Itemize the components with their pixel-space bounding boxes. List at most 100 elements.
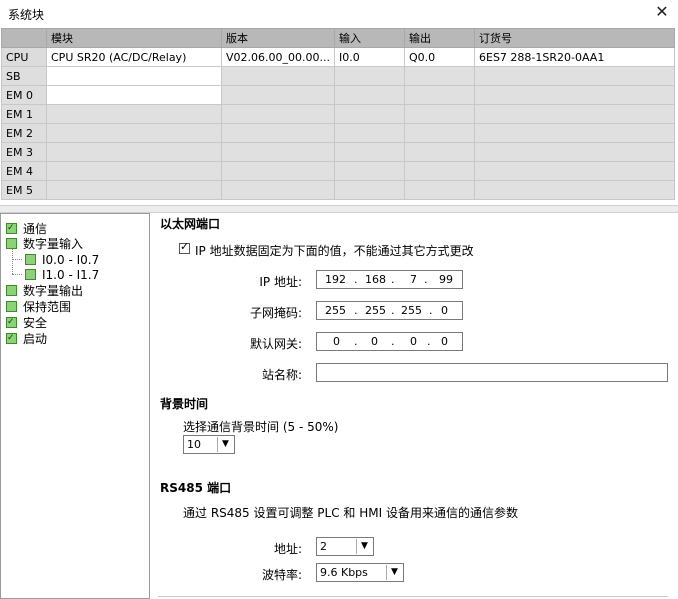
pane-splitter[interactable] bbox=[0, 205, 678, 213]
cell-module bbox=[46, 161, 222, 181]
rs485-description: 通过 RS485 设置可调整 PLC 和 HMI 设备用来通信的通信参数 bbox=[183, 506, 518, 520]
cell-version bbox=[221, 66, 335, 86]
ip-octet[interactable]: 192 bbox=[325, 273, 346, 286]
ip-octet[interactable]: 99 bbox=[439, 273, 453, 286]
tree-item-digital-output[interactable]: 数字量输出 bbox=[6, 283, 83, 299]
mask-octet[interactable]: 255 bbox=[365, 304, 386, 317]
cell-output bbox=[404, 142, 475, 162]
cell-order[interactable]: 6ES7 288-1SR20-0AA1 bbox=[474, 47, 675, 67]
baud-rate-label: 波特率: bbox=[261, 568, 302, 582]
title-bar: 系统块 ✕ bbox=[0, 0, 678, 26]
table-row-em0[interactable]: EM 0 bbox=[1, 85, 675, 105]
background-time-select[interactable]: 10 ▼ bbox=[183, 435, 235, 454]
status-icon bbox=[25, 269, 36, 280]
table-row-em3[interactable]: EM 3 bbox=[1, 142, 675, 162]
cell-version[interactable]: V02.06.00_00.00... bbox=[221, 47, 335, 67]
selected-value: 10 bbox=[187, 438, 201, 451]
tree-connector bbox=[12, 259, 22, 260]
cell-module bbox=[46, 180, 222, 200]
row-label: EM 4 bbox=[1, 161, 47, 181]
cell-version bbox=[221, 85, 335, 105]
cell-order bbox=[474, 180, 675, 200]
cell-version bbox=[221, 123, 335, 143]
column-header-module: 模块 bbox=[46, 28, 222, 48]
subnet-mask-field[interactable]: 255 . 255 . 255 . 0 bbox=[316, 301, 463, 320]
cell-module bbox=[46, 142, 222, 162]
mask-octet[interactable]: 0 bbox=[441, 304, 448, 317]
window-title: 系统块 bbox=[8, 8, 45, 22]
tree-item-digital-input[interactable]: 数字量输入 bbox=[6, 236, 83, 252]
tree-item-input-range-1[interactable]: I1.0 - I1.7 bbox=[25, 267, 99, 283]
ip-octet[interactable]: 7 bbox=[410, 273, 417, 286]
gateway-octet[interactable]: 0 bbox=[441, 335, 448, 348]
tree-item-label: I1.0 - I1.7 bbox=[42, 268, 100, 282]
cell-output bbox=[404, 123, 475, 143]
tree-item-label: 数字量输入 bbox=[23, 237, 84, 251]
cell-version bbox=[221, 104, 335, 124]
cell-input bbox=[334, 142, 405, 162]
mask-octet[interactable]: 255 bbox=[401, 304, 422, 317]
station-name-input[interactable] bbox=[316, 363, 668, 382]
cell-module[interactable]: CPU SR20 (AC/DC/Relay) bbox=[46, 47, 222, 67]
tree-item-communication[interactable]: 通信 bbox=[6, 220, 47, 237]
cell-output[interactable]: Q0.0 bbox=[404, 47, 475, 67]
subnet-mask-label: 子网掩码: bbox=[249, 306, 302, 320]
tree-connector bbox=[12, 274, 22, 275]
check-icon bbox=[6, 220, 17, 236]
chevron-down-icon[interactable]: ▼ bbox=[386, 565, 402, 580]
module-table: 模块 版本 输入 输出 订货号 CPU CPU SR20 (AC/DC/Rela… bbox=[1, 28, 675, 200]
close-icon[interactable]: ✕ bbox=[652, 2, 672, 22]
gateway-octet[interactable]: 0 bbox=[333, 335, 340, 348]
cell-output bbox=[404, 161, 475, 181]
cell-module bbox=[46, 123, 222, 143]
tree-item-label: 安全 bbox=[23, 316, 48, 330]
status-icon bbox=[6, 238, 17, 249]
tree-item-retentive-ranges[interactable]: 保持范围 bbox=[6, 299, 71, 315]
address-select[interactable]: 2 ▼ bbox=[316, 537, 374, 556]
fixed-ip-checkbox[interactable] bbox=[179, 240, 190, 254]
cell-input bbox=[334, 104, 405, 124]
table-corner bbox=[1, 28, 47, 48]
cell-module[interactable] bbox=[46, 85, 222, 105]
table-row-em5[interactable]: EM 5 bbox=[1, 180, 675, 200]
rs485-heading: RS485 端口 bbox=[160, 481, 232, 495]
chevron-down-icon[interactable]: ▼ bbox=[217, 437, 233, 452]
cell-order bbox=[474, 85, 675, 105]
status-icon bbox=[6, 285, 17, 296]
table-row-cpu[interactable]: CPU CPU SR20 (AC/DC/Relay) V02.06.00_00.… bbox=[1, 47, 675, 67]
chevron-down-icon[interactable]: ▼ bbox=[356, 539, 372, 554]
tree-item-input-range-0[interactable]: I0.0 - I0.7 bbox=[25, 252, 99, 268]
table-row-em4[interactable]: EM 4 bbox=[1, 161, 675, 181]
cell-order bbox=[474, 142, 675, 162]
row-label: SB bbox=[1, 66, 47, 86]
table-row-em1[interactable]: EM 1 bbox=[1, 104, 675, 124]
gateway-octet[interactable]: 0 bbox=[371, 335, 378, 348]
tree-item-startup[interactable]: 启动 bbox=[6, 330, 48, 347]
cell-input[interactable]: I0.0 bbox=[334, 47, 405, 67]
tree-item-security[interactable]: 安全 bbox=[6, 314, 48, 331]
selected-value: 9.6 Kbps bbox=[320, 566, 368, 579]
tree-item-label: 启动 bbox=[23, 332, 48, 346]
cell-version bbox=[221, 142, 335, 162]
row-label: EM 3 bbox=[1, 142, 47, 162]
column-header-order: 订货号 bbox=[474, 28, 675, 48]
settings-pane: 以太网端口 IP 地址数据固定为下面的值，不能通过其它方式更改 IP 地址: 1… bbox=[150, 213, 678, 599]
cell-input bbox=[334, 123, 405, 143]
gateway-field[interactable]: 0 . 0 . 0 . 0 bbox=[316, 332, 463, 351]
cell-module[interactable] bbox=[46, 66, 222, 86]
mask-octet[interactable]: 255 bbox=[325, 304, 346, 317]
background-time-label: 选择通信背景时间 (5 - 50%) bbox=[183, 420, 339, 434]
cell-order bbox=[474, 66, 675, 86]
table-row-sb[interactable]: SB bbox=[1, 66, 675, 86]
cell-order bbox=[474, 104, 675, 124]
ip-address-field[interactable]: 192 . 168 . 7 . 99 bbox=[316, 270, 463, 289]
tree-item-label: 保持范围 bbox=[23, 300, 72, 314]
ethernet-heading: 以太网端口 bbox=[160, 217, 221, 231]
row-label: EM 1 bbox=[1, 104, 47, 124]
gateway-octet[interactable]: 0 bbox=[410, 335, 417, 348]
table-row-em2[interactable]: EM 2 bbox=[1, 123, 675, 143]
tree-item-label: I0.0 - I0.7 bbox=[42, 253, 100, 267]
baud-rate-select[interactable]: 9.6 Kbps ▼ bbox=[316, 563, 404, 582]
ip-octet[interactable]: 168 bbox=[365, 273, 386, 286]
selected-value: 2 bbox=[320, 540, 327, 553]
